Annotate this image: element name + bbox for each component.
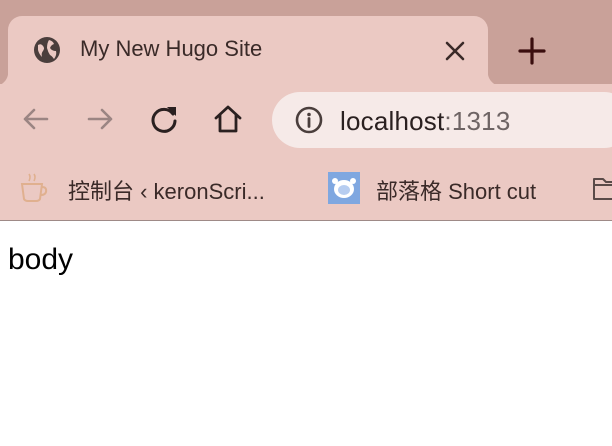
tab-title: My New Hugo Site xyxy=(80,36,263,61)
tab-strip: My New Hugo Site xyxy=(0,0,612,86)
avatar-icon xyxy=(328,172,360,204)
bookmark-folder[interactable] xyxy=(592,172,612,204)
close-icon[interactable] xyxy=(442,38,468,64)
back-arrow-icon[interactable] xyxy=(19,102,53,136)
folder-icon xyxy=(592,172,612,204)
toolbar: localhost:1313 xyxy=(0,84,612,156)
info-icon[interactable] xyxy=(294,105,324,135)
forward-arrow-icon[interactable] xyxy=(83,102,117,136)
bookmarks-bar: 控制台 ‹ keronScri... 部落格 Short cut xyxy=(0,156,612,221)
url-text[interactable]: localhost:1313 xyxy=(340,106,511,137)
url-host: localhost xyxy=(340,106,445,136)
bookmark-item-blog[interactable]: 部落格 Short cut xyxy=(328,172,568,204)
page-content: body xyxy=(0,221,612,446)
browser-window: My New Hugo Site localhost:1313 控制台 ‹ ke… xyxy=(0,0,612,446)
reload-icon[interactable] xyxy=(147,102,181,136)
bookmark-label: 控制台 ‹ keronScri... xyxy=(68,179,265,204)
address-bar[interactable]: localhost:1313 xyxy=(272,92,612,148)
plus-icon xyxy=(518,37,546,65)
bookmark-label: 部落格 Short cut xyxy=(376,179,537,204)
globe-icon xyxy=(32,35,62,65)
cup-icon xyxy=(18,172,50,204)
home-icon[interactable] xyxy=(211,102,245,136)
active-tab[interactable]: My New Hugo Site xyxy=(0,16,502,86)
new-tab-button[interactable] xyxy=(514,34,550,68)
url-port: :1313 xyxy=(444,106,511,136)
body-text: body xyxy=(8,243,74,276)
bookmark-item-console[interactable]: 控制台 ‹ keronScri... xyxy=(18,172,298,204)
